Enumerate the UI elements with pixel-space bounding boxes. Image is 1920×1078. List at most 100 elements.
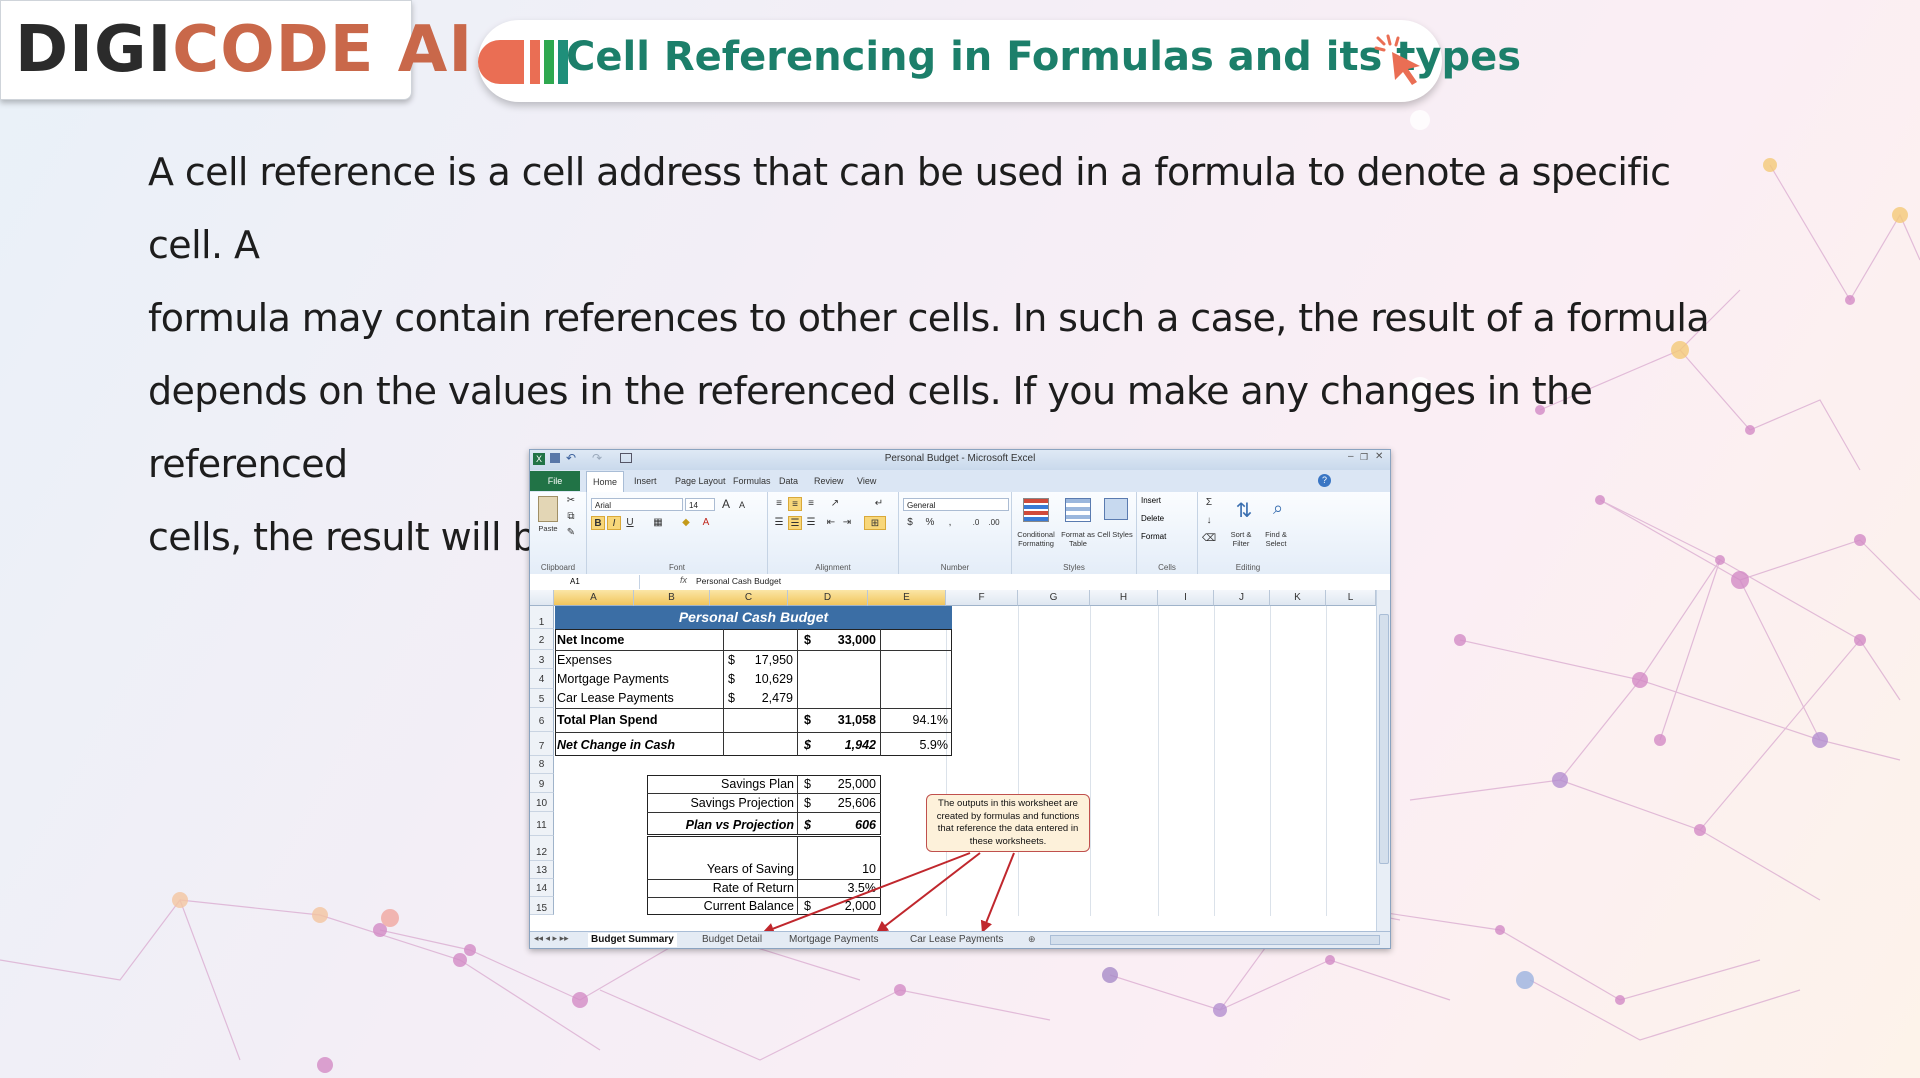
sheet-nav-arrows-icon[interactable]: ◂◂ ◂ ▸ ▸▸ — [534, 933, 569, 944]
fill-color-icon[interactable]: ◆ — [679, 516, 693, 530]
cell-current-balance-label[interactable]: Current Balance — [650, 897, 794, 915]
merge-center-icon[interactable]: ⊞ — [864, 516, 886, 530]
align-middle-icon[interactable]: ≡ — [788, 497, 802, 511]
cell-savings-projection-value[interactable]: 25,606 — [814, 794, 876, 812]
name-box[interactable]: A1 — [530, 575, 640, 589]
cell-mortgage-label[interactable]: Mortgage Payments — [557, 670, 669, 688]
conditional-formatting-label[interactable]: Conditional Formatting — [1012, 530, 1060, 548]
column-header[interactable]: K — [1270, 590, 1326, 606]
cell-rate-return-label[interactable]: Rate of Return — [650, 879, 794, 897]
horizontal-scrollbar[interactable] — [1050, 935, 1380, 945]
fx-icon[interactable]: fx — [680, 575, 687, 585]
close-icon[interactable]: ✕ — [1375, 451, 1383, 462]
budget-title-banner[interactable]: Personal Cash Budget — [555, 606, 952, 629]
italic-button[interactable]: I — [607, 516, 621, 530]
select-all-corner[interactable] — [530, 590, 554, 606]
cell-savings-plan-label[interactable]: Savings Plan — [650, 775, 794, 793]
decrease-indent-icon[interactable]: ⇤ — [824, 516, 838, 530]
decrease-decimal-icon[interactable]: .00 — [987, 516, 1001, 530]
bold-button[interactable]: B — [591, 516, 605, 530]
cell-net-change-value[interactable]: 1,942 — [814, 736, 876, 754]
column-header[interactable]: G — [1018, 590, 1090, 606]
cell-years-saving-value[interactable]: 10 — [814, 860, 876, 878]
align-left-icon[interactable]: ☰ — [772, 516, 786, 530]
row-header[interactable]: 6 — [530, 708, 554, 732]
tab-insert[interactable]: Insert — [628, 474, 663, 488]
font-color-icon[interactable]: A — [699, 516, 713, 530]
align-center-icon[interactable]: ☰ — [788, 516, 802, 530]
align-bottom-icon[interactable]: ≡ — [804, 497, 818, 511]
format-as-table-icon[interactable] — [1060, 498, 1096, 528]
cell-net-income-label[interactable]: Net Income — [557, 631, 624, 649]
column-header[interactable]: B — [634, 590, 710, 606]
shrink-font-icon[interactable]: A — [735, 498, 749, 512]
tab-view[interactable]: View — [851, 474, 882, 488]
format-as-table-label[interactable]: Format as Table — [1058, 530, 1098, 548]
new-sheet-icon[interactable]: ⊕ — [1028, 934, 1036, 945]
grow-font-icon[interactable]: A — [719, 497, 733, 511]
column-header[interactable]: I — [1158, 590, 1214, 606]
row-header[interactable]: 12 — [530, 836, 554, 861]
autosum-icon[interactable]: Σ — [1202, 496, 1216, 510]
formula-input[interactable]: Personal Cash Budget — [696, 576, 781, 586]
paste-icon[interactable] — [538, 496, 558, 522]
cell-plan-vs-projection-value[interactable]: 606 — [814, 816, 876, 834]
row-header[interactable]: 3 — [530, 650, 554, 669]
copy-icon[interactable]: ⧉ — [564, 510, 578, 524]
row-header[interactable]: 14 — [530, 879, 554, 897]
row-header[interactable]: 13 — [530, 861, 554, 879]
cut-icon[interactable]: ✂ — [564, 494, 578, 508]
font-size-select[interactable]: 14 — [685, 498, 715, 511]
cell-savings-plan-value[interactable]: 25,000 — [814, 775, 876, 793]
cell-plan-vs-projection-label[interactable]: Plan vs Projection — [650, 816, 794, 834]
increase-indent-icon[interactable]: ⇥ — [840, 516, 854, 530]
tab-formulas[interactable]: Formulas — [727, 474, 777, 488]
row-header[interactable]: 1 — [530, 606, 554, 629]
increase-decimal-icon[interactable]: .0 — [969, 516, 983, 530]
cell-car-lease-label[interactable]: Car Lease Payments — [557, 689, 674, 707]
cell-current-balance-value[interactable]: 2,000 — [814, 897, 876, 915]
percent-button[interactable]: % — [923, 516, 937, 530]
column-header[interactable]: A — [554, 590, 634, 606]
find-select-label[interactable]: Find & Select — [1258, 530, 1294, 548]
cell-net-change-percent[interactable]: 5.9% — [882, 736, 949, 754]
cell-savings-projection-label[interactable]: Savings Projection — [650, 794, 794, 812]
row-header[interactable]: 9 — [530, 774, 554, 793]
tab-data[interactable]: Data — [773, 474, 804, 488]
restore-icon[interactable]: ❐ — [1360, 452, 1368, 463]
delete-cells-button[interactable]: Delete — [1141, 514, 1164, 523]
paste-button-label[interactable]: Paste — [534, 524, 562, 533]
cell-mortgage-value[interactable]: 10,629 — [736, 670, 793, 688]
minimize-icon[interactable]: – — [1348, 451, 1354, 462]
cell-expenses-label[interactable]: Expenses — [557, 651, 612, 669]
cell-net-income-value[interactable]: 33,000 — [814, 631, 876, 649]
column-header[interactable]: C — [710, 590, 788, 606]
row-header[interactable]: 8 — [530, 756, 554, 774]
row-header[interactable]: 7 — [530, 732, 554, 756]
row-header[interactable]: 4 — [530, 669, 554, 689]
tab-review[interactable]: Review — [808, 474, 850, 488]
cell-net-change-label[interactable]: Net Change in Cash — [557, 736, 675, 754]
cell-expenses-value[interactable]: 17,950 — [736, 651, 793, 669]
vertical-scrollbar[interactable] — [1376, 590, 1390, 931]
column-header[interactable]: J — [1214, 590, 1270, 606]
fill-icon[interactable]: ↓ — [1202, 514, 1216, 528]
sort-filter-icon[interactable]: ⇅ — [1226, 498, 1262, 528]
align-right-icon[interactable]: ☰ — [804, 516, 818, 530]
cell-car-lease-value[interactable]: 2,479 — [736, 689, 793, 707]
tab-home[interactable]: Home — [586, 471, 625, 494]
align-top-icon[interactable]: ≡ — [772, 497, 786, 511]
worksheet-grid[interactable]: A B C D E F G H I J K L 1 2 3 4 5 6 7 8 … — [530, 590, 1376, 935]
tab-file[interactable]: File — [530, 471, 580, 491]
help-icon[interactable]: ? — [1318, 474, 1331, 487]
row-header[interactable]: 10 — [530, 793, 554, 812]
tab-page-layout[interactable]: Page Layout — [669, 474, 732, 488]
format-painter-icon[interactable]: ✎ — [564, 526, 578, 540]
sheet-tab-budget-detail[interactable]: Budget Detail — [702, 933, 762, 947]
scrollbar-thumb[interactable] — [1379, 614, 1389, 864]
underline-button[interactable]: U — [623, 516, 637, 530]
sort-filter-label[interactable]: Sort & Filter — [1224, 530, 1258, 548]
conditional-formatting-icon[interactable] — [1018, 498, 1054, 528]
row-header[interactable]: 11 — [530, 812, 554, 836]
cell-years-saving-label[interactable]: Years of Saving — [650, 860, 794, 878]
